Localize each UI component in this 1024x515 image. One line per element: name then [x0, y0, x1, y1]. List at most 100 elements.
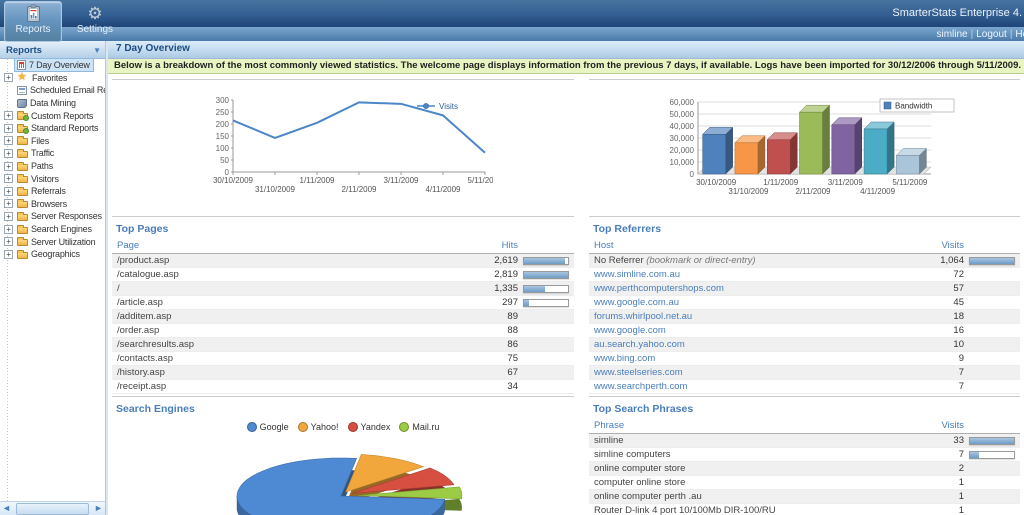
expand-icon[interactable]: + — [4, 73, 13, 82]
nav-reports-button[interactable]: Reports — [4, 1, 62, 42]
top-search-phrases-panel: Top Search Phrases PhraseVisitssimline33… — [589, 396, 1020, 515]
expand-icon[interactable]: + — [4, 237, 13, 246]
sidebar-item-label: Standard Reports — [31, 122, 98, 134]
table-row-www-google-com[interactable]: www.google.com16 — [589, 324, 1020, 338]
table-row-searchresults-asp[interactable]: /searchresults.asp86 — [112, 338, 574, 352]
table-row-www-perthcomputershops-com[interactable]: www.perthcomputershops.com57 — [589, 282, 1020, 296]
sidebar-item-geographics[interactable]: +Geographics — [2, 248, 105, 261]
sidebar-item-server-utilization[interactable]: + Server Utilization — [2, 235, 105, 248]
svg-text:250: 250 — [216, 108, 230, 117]
expand-icon[interactable]: + — [4, 111, 13, 120]
expand-icon[interactable]: + — [4, 225, 13, 234]
top-search-phrases-title: Top Search Phrases — [589, 397, 1020, 418]
column-header-phrase[interactable]: Phrase — [589, 420, 912, 431]
row-label[interactable]: au.search.yahoo.com — [589, 339, 912, 350]
scroll-left-arrow-icon[interactable]: ◄ — [0, 502, 13, 514]
table-row-receipt-asp[interactable]: /receipt.asp34 — [112, 380, 574, 394]
expand-icon[interactable]: + — [4, 174, 13, 183]
row-value: 1 — [912, 491, 964, 502]
column-header-page[interactable]: Page — [112, 240, 466, 251]
top-referrers-panel: Top Referrers HostVisitsNo Referrer (boo… — [589, 216, 1020, 394]
expand-icon[interactable]: + — [4, 187, 13, 196]
row-label[interactable]: www.bing.com — [589, 353, 912, 364]
table-row-catalogue-asp[interactable]: /catalogue.asp2,819 — [112, 268, 574, 282]
sidebar-item-server-responses[interactable]: +Server Responses — [2, 210, 105, 223]
expand-icon[interactable]: + — [4, 149, 13, 158]
sidebar-item-files[interactable]: +Files — [2, 135, 105, 148]
expand-icon[interactable]: + — [4, 162, 13, 171]
table-row-www-bing-com[interactable]: www.bing.com9 — [589, 352, 1020, 366]
row-value: 33 — [912, 435, 964, 446]
legend-item-google: Google — [247, 422, 289, 432]
table-row-online-computer-perth-au[interactable]: online computer perth .au1 — [589, 490, 1020, 504]
column-header-hits[interactable]: Hits — [466, 240, 518, 251]
row-value: 72 — [912, 269, 964, 280]
sidebar-item-paths[interactable]: +Paths — [2, 160, 105, 173]
row-label[interactable]: www.google.com.au — [589, 297, 912, 308]
row-label[interactable]: www.searchperth.com — [589, 381, 912, 392]
sidebar-header[interactable]: Reports ▼ — [0, 41, 105, 59]
sidebar-item-browsers[interactable]: + Browsers — [2, 198, 105, 211]
row-label[interactable]: forums.whirlpool.net.au — [589, 311, 912, 322]
sidebar-horizontal-scrollbar[interactable]: ◄ ► — [0, 501, 105, 515]
row-label[interactable]: www.perthcomputershops.com — [589, 283, 912, 294]
row-value: 9 — [912, 353, 964, 364]
row-label: simline computers — [589, 449, 912, 460]
row-label[interactable]: www.simline.com.au — [589, 269, 912, 280]
sidebar-item-referrals[interactable]: +Referrals — [2, 185, 105, 198]
table-row-history-asp[interactable]: /history.asp67 — [112, 366, 574, 380]
table-row-forums-whirlpool-net-au[interactable]: forums.whirlpool.net.au18 — [589, 310, 1020, 324]
row-label: /additem.asp — [112, 311, 466, 322]
expand-icon[interactable]: + — [4, 199, 13, 208]
visits-chart-panel: 05010015020025030030/10/200931/10/20091/… — [112, 79, 574, 214]
expand-icon[interactable]: + — [4, 212, 13, 221]
sidebar-item-traffic[interactable]: +Traffic — [2, 147, 105, 160]
table-row-[interactable]: /1,335 — [112, 282, 574, 296]
table-row-product-asp[interactable]: /product.asp2,619 — [112, 254, 574, 268]
chevron-down-icon: ▼ — [93, 46, 101, 55]
column-header-visits[interactable]: Visits — [912, 420, 964, 431]
table-row-article-asp[interactable]: /article.asp297 — [112, 296, 574, 310]
svg-text:1/11/2009: 1/11/2009 — [300, 176, 336, 185]
expand-icon[interactable]: + — [4, 136, 13, 145]
expand-icon[interactable]: + — [4, 250, 13, 259]
table-row-online-computer-store[interactable]: online computer store2 — [589, 462, 1020, 476]
visits-line-chart: 05010015020025030030/10/200931/10/20091/… — [193, 92, 493, 201]
svg-text:4/11/2009: 4/11/2009 — [426, 185, 462, 194]
expand-icon[interactable]: + — [4, 124, 13, 133]
table-row-router-d-link-4-port-10-100mb-dir-100-ru[interactable]: Router D-link 4 port 10/100Mb DIR-100/RU… — [589, 504, 1020, 515]
sidebar-item-standard-reports[interactable]: + Standard Reports — [2, 122, 105, 135]
table-row-contacts-asp[interactable]: /contacts.asp75 — [112, 352, 574, 366]
scroll-right-arrow-icon[interactable]: ► — [92, 502, 105, 514]
sidebar-item-favorites[interactable]: +Favorites — [2, 72, 105, 85]
table-row-simline-computers[interactable]: simline computers7 — [589, 448, 1020, 462]
sidebar-item-search-engines[interactable]: +Search Engines — [2, 223, 105, 236]
nav-settings-button[interactable]: ⚙ Settings — [66, 1, 124, 42]
row-label[interactable]: www.steelseries.com — [589, 367, 912, 378]
table-row-www-steelseries-com[interactable]: www.steelseries.com7 — [589, 366, 1020, 380]
sidebar-item-label: Server Utilization — [31, 236, 95, 248]
sidebar-item-7-day-overview[interactable]: 7 Day Overview — [2, 59, 105, 72]
table-row-additem-asp[interactable]: /additem.asp89 — [112, 310, 574, 324]
sidebar-item-data-mining[interactable]: Data Mining — [2, 97, 105, 110]
row-label: simline — [589, 435, 912, 446]
column-header-host[interactable]: Host — [589, 240, 912, 251]
sidebar-item-label: Browsers — [31, 198, 67, 210]
table-row-au-search-yahoo-com[interactable]: au.search.yahoo.com10 — [589, 338, 1020, 352]
help-link[interactable]: Help — [1015, 29, 1024, 40]
row-label[interactable]: www.google.com — [589, 325, 912, 336]
table-row-simline[interactable]: simline33 — [589, 434, 1020, 448]
scrollbar-thumb[interactable] — [16, 503, 89, 515]
table-row-www-searchperth-com[interactable]: www.searchperth.com7 — [589, 380, 1020, 394]
sidebar-item-custom-reports[interactable]: +Custom Reports — [2, 109, 105, 122]
sidebar-item-scheduled-email-reports[interactable]: Scheduled Email Reports — [2, 84, 105, 97]
table-row-order-asp[interactable]: /order.asp88 — [112, 324, 574, 338]
table-row-www-simline-com-au[interactable]: www.simline.com.au72 — [589, 268, 1020, 282]
column-header-visits[interactable]: Visits — [912, 240, 964, 251]
logout-link[interactable]: Logout — [976, 29, 1007, 40]
table-row-no-referrer[interactable]: No Referrer (bookmark or direct-entry)1,… — [589, 254, 1020, 268]
username-link[interactable]: simline — [936, 29, 967, 40]
table-row-www-google-com-au[interactable]: www.google.com.au45 — [589, 296, 1020, 310]
table-row-computer-online-store[interactable]: computer online store1 — [589, 476, 1020, 490]
sidebar-item-visitors[interactable]: +Visitors — [2, 172, 105, 185]
